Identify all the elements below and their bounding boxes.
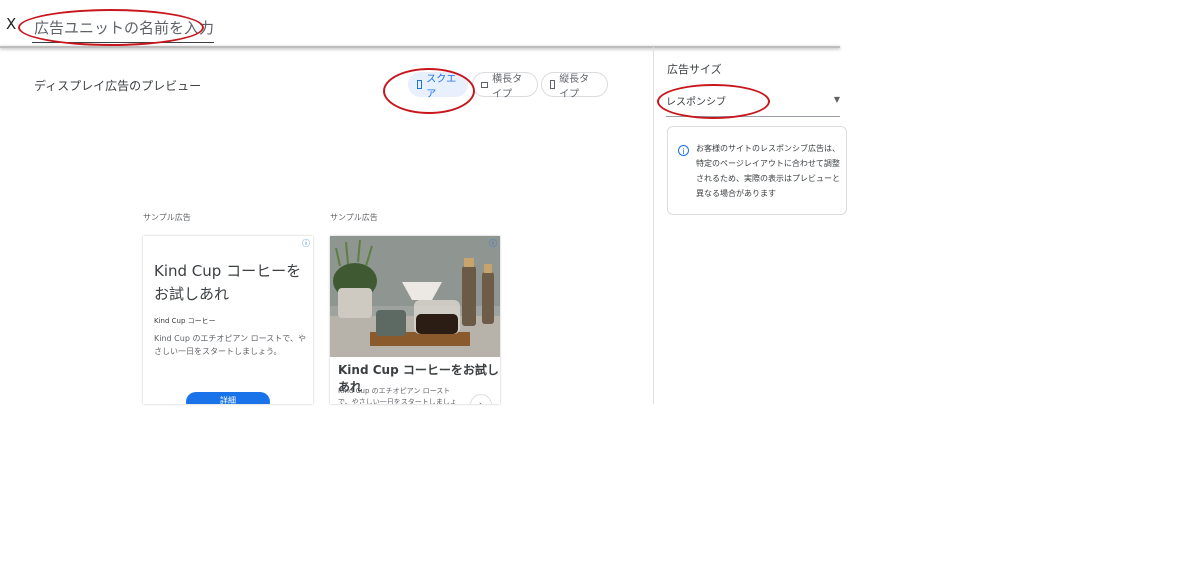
panel-divider [653, 47, 654, 404]
ad-cta-button[interactable]: 詳細 [186, 392, 270, 404]
ad-size-title: 広告サイズ [667, 63, 722, 76]
ad-brand: Kind Cup コーヒー [154, 317, 216, 325]
ad-description: Kind Cup のエチオピアン ローストで、やさしい一日をスタートしましょう。 [154, 334, 306, 356]
adchoices-icon[interactable]: ⓘ [489, 238, 497, 249]
ad-headline: Kind Cup コーヒーをお試しあれ [154, 262, 302, 303]
sample-ad-label: サンプル広告 [143, 213, 191, 222]
ad-size-value: レスポンシブ [666, 97, 726, 108]
vertical-format-button[interactable]: 縦長タイプ [541, 72, 608, 100]
vertical-format-label: 縦長タイプ [559, 73, 590, 100]
ad-size-select[interactable]: レスポンシブ ▼ [666, 93, 840, 111]
square-format-icon [417, 80, 423, 89]
square-format-button[interactable]: スクエア [408, 72, 468, 100]
topbar-divider [0, 46, 840, 48]
horizontal-format-button[interactable]: 横長タイプ [472, 72, 538, 100]
horizontal-format-label: 横長タイプ [492, 73, 523, 100]
adchoices-icon[interactable]: ⓘ [302, 238, 310, 249]
info-box: i お客様のサイトのレスポンシブ広告は、特定のページレイアウトに合わせて調整され… [667, 126, 847, 215]
sample-ad-label: サンプル広告 [330, 213, 378, 222]
vertical-format-icon [550, 80, 556, 89]
ad-description: Kind Cup のエチオピアン ローストで、やさしい一日をスタートしましょう。 [338, 387, 457, 404]
info-icon: i [678, 145, 689, 156]
sample-ad-text: ⓘ Kind Cup コーヒーをお試しあれ Kind Cup コーヒー Kind… [143, 236, 313, 404]
close-icon[interactable]: X [6, 15, 16, 33]
preview-title: ディスプレイ広告のプレビュー [34, 79, 202, 93]
horizontal-format-icon [481, 81, 489, 88]
chevron-right-icon[interactable]: › [470, 394, 492, 404]
info-text: お客様のサイトのレスポンシブ広告は、特定のページレイアウトに合わせて調整されるた… [696, 144, 840, 198]
square-format-label: スクエア [426, 73, 457, 100]
sample-ad-image: ⓘ Kind Cup コーヒーをお試しあれ Kind Cup のエチオピアン ロ… [330, 236, 500, 404]
select-underline [666, 116, 840, 117]
ad-unit-name-input[interactable] [32, 16, 214, 43]
coffee-product-image [330, 236, 500, 357]
dropdown-arrow-icon: ▼ [833, 95, 840, 104]
